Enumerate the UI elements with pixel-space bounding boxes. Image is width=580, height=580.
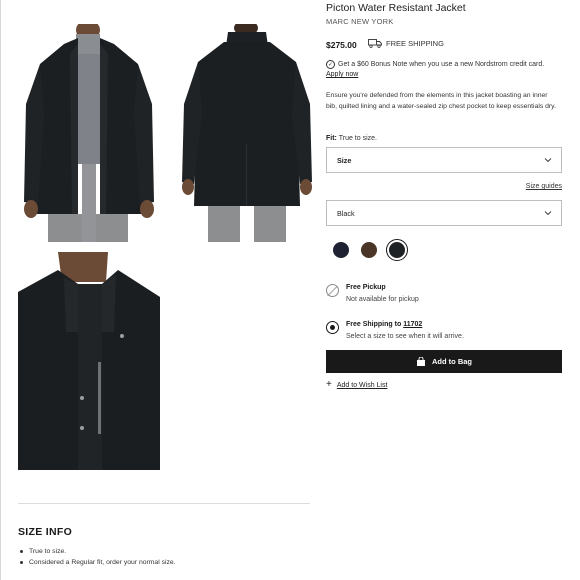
- shipping-title-text: Free Shipping to: [346, 321, 402, 328]
- swatch-fill: [361, 242, 377, 258]
- shipping-subtext: Select a size to see when it will arrive…: [346, 333, 464, 340]
- size-info-item: Considered a Regular fit, order your nor…: [20, 557, 176, 568]
- bonus-note-text: Get a $60 Bonus Note when you use a new …: [338, 61, 545, 68]
- size-dropdown[interactable]: Size: [326, 147, 562, 173]
- color-dropdown-value: Black: [337, 208, 355, 218]
- size-guides-link[interactable]: Size guides: [526, 183, 562, 190]
- chevron-down-icon: [544, 158, 552, 163]
- swatch-fill: [389, 242, 405, 258]
- bag-icon: [417, 357, 425, 366]
- add-to-bag-label: Add to Bag: [432, 357, 472, 366]
- product-price: $275.00: [326, 40, 357, 50]
- shipping-zip-link[interactable]: 11702: [403, 321, 422, 328]
- size-info-list: True to size. Considered a Regular fit, …: [20, 546, 176, 568]
- plus-icon: +: [326, 379, 332, 390]
- fit-label: Fit:: [326, 135, 337, 142]
- pickup-subtext: Not available for pickup: [346, 296, 419, 303]
- add-to-bag-button[interactable]: Add to Bag: [326, 350, 562, 373]
- shipping-title: Free Shipping to 11702: [346, 321, 464, 328]
- brand-link[interactable]: MARC NEW YORK: [326, 17, 393, 26]
- pickup-radio[interactable]: [326, 284, 339, 297]
- size-dropdown-label: Size: [337, 155, 352, 165]
- color-swatch-brown[interactable]: [358, 239, 380, 261]
- bonus-note: ✓ Get a $60 Bonus Note when you use a ne…: [326, 60, 544, 69]
- apply-now-link[interactable]: Apply now: [326, 71, 358, 78]
- fit-info: Fit: True to size.: [326, 135, 377, 142]
- size-info-heading: SIZE INFO: [18, 526, 73, 538]
- shipping-option[interactable]: Free Shipping to 11702 Select a size to …: [326, 321, 464, 340]
- free-shipping-badge: FREE SHIPPING: [368, 39, 444, 48]
- nordstrom-card-icon: ✓: [326, 60, 335, 69]
- product-image-detail[interactable]: [18, 252, 160, 470]
- chevron-down-icon: [544, 211, 552, 216]
- swatch-fill: [333, 242, 349, 258]
- add-to-wish-list-link[interactable]: + Add to Wish List: [326, 379, 388, 390]
- truck-icon: [368, 39, 382, 48]
- product-title: Picton Water Resistant Jacket: [326, 2, 466, 14]
- page-left-border: [0, 0, 1, 580]
- free-shipping-label: FREE SHIPPING: [386, 39, 444, 48]
- jacket-back-illustration: [176, 24, 318, 242]
- jacket-detail-illustration: [18, 252, 160, 470]
- jacket-front-illustration: [18, 24, 160, 242]
- product-image-back[interactable]: [176, 24, 318, 242]
- section-divider: [18, 503, 310, 504]
- shipping-radio[interactable]: [326, 321, 339, 334]
- size-info-item: True to size.: [20, 546, 176, 557]
- pickup-option[interactable]: Free Pickup Not available for pickup: [326, 284, 419, 303]
- color-dropdown[interactable]: Black: [326, 200, 562, 226]
- product-image-front[interactable]: [18, 24, 160, 242]
- color-swatch-navy[interactable]: [330, 239, 352, 261]
- fit-value: True to size.: [338, 135, 377, 142]
- wish-list-label: Add to Wish List: [336, 381, 388, 389]
- product-description: Ensure you're defended from the elements…: [326, 92, 556, 110]
- color-swatch-black-selected[interactable]: [386, 239, 408, 261]
- pickup-title: Free Pickup: [346, 284, 386, 291]
